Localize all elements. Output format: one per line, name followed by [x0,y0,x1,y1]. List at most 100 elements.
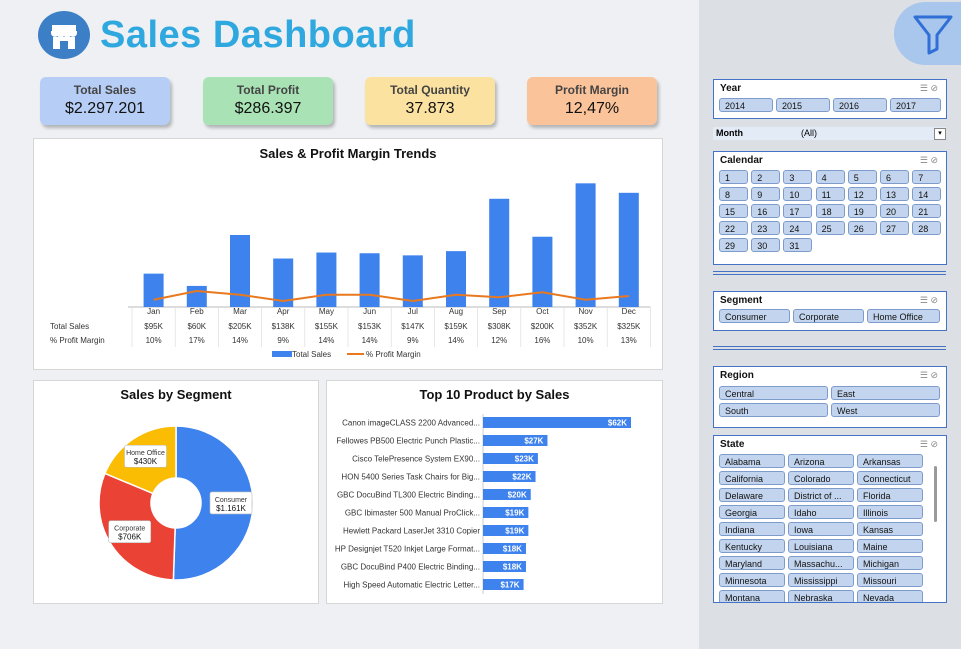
day-chip[interactable]: 10 [783,187,813,201]
state-chip[interactable]: Connecticut [857,471,923,485]
day-chip[interactable]: 6 [880,170,909,184]
state-chip[interactable]: Mississippi [788,573,854,587]
year-chip[interactable]: 2017 [890,98,941,112]
state-chip[interactable]: Indiana [719,522,785,536]
state-chip[interactable]: Louisiana [788,539,854,553]
day-chip[interactable]: 11 [815,187,845,201]
table-row-label: % Profit Margin [50,336,105,345]
day-chip[interactable]: 22 [719,221,748,235]
legend-label-margin: % Profit Margin [366,350,421,359]
kpi-value: 12,47% [564,100,620,117]
day-chip[interactable]: 13 [880,187,909,201]
day-chip[interactable]: 15 [719,204,748,218]
day-chip[interactable]: 25 [815,221,845,235]
product-name-label: Canon imageCLASS 2200 Advanced... [342,419,480,428]
state-chip[interactable]: Delaware [719,488,785,502]
calendar-slicer: Calendar ☰ ⊘ 1 2 3 4 5 6 7 8 9 10 11 12 13 14 15 16 17 18… [713,151,947,265]
year-chip[interactable]: 2015 [776,98,830,112]
state-chip[interactable]: Nevada [857,590,923,602]
day-chip[interactable]: 14 [912,187,942,201]
region-chip[interactable]: South [719,403,828,417]
state-chip[interactable]: Illinois [857,505,923,519]
slicer-multiselect-icon[interactable]: ☰ ⊘ [920,295,938,306]
day-chip[interactable]: 29 [719,238,748,252]
month-tick-label: Jun [363,307,376,316]
day-chip[interactable]: 1 [719,170,748,184]
day-chip[interactable]: 27 [880,221,909,235]
day-chip[interactable]: 12 [847,187,877,201]
margin-data-label: 13% [621,336,637,345]
day-chip[interactable]: 5 [847,170,877,184]
day-chip[interactable]: 7 [912,170,942,184]
state-chip[interactable]: Colorado [788,471,854,485]
day-chip[interactable]: 8 [719,187,748,201]
kpi-total-sales: Total Sales $2.297.201 [40,77,170,125]
state-chip[interactable]: Missouri [857,573,923,587]
slicer-multiselect-icon[interactable]: ☰ ⊘ [920,439,938,450]
day-chip[interactable]: 19 [847,204,877,218]
state-chip[interactable]: Arkansas [857,454,923,468]
product-value-label: $18K [503,545,522,554]
scrollbar[interactable] [934,466,937,522]
segment-chip[interactable]: Corporate [793,309,864,323]
day-chip[interactable]: 17 [783,204,813,218]
day-chip[interactable]: 26 [847,221,877,235]
year-chip[interactable]: 2016 [833,98,887,112]
slicer-multiselect-icon[interactable]: ☰ ⊘ [920,83,938,94]
state-chip[interactable]: Minnesota [719,573,785,587]
sales-bar [489,198,510,307]
state-chip[interactable]: Idaho [788,505,854,519]
day-chip[interactable]: 16 [751,204,781,218]
slicer-multiselect-icon[interactable]: ☰ ⊘ [920,155,938,166]
region-chip[interactable]: West [831,403,940,417]
sales-data-label: $325K [617,322,641,331]
day-chip[interactable]: 23 [751,221,781,235]
month-filter[interactable]: Month (All) ▾ [713,127,946,140]
day-chip[interactable]: 20 [880,204,909,218]
slicer-multiselect-icon[interactable]: ☰ ⊘ [920,370,938,381]
region-chip[interactable]: East [831,386,940,400]
day-chip[interactable]: 30 [751,238,781,252]
state-chip[interactable]: Georgia [719,505,785,519]
state-chip[interactable]: Arizona [788,454,854,468]
store-logo-icon [38,11,90,59]
region-slicer-title: Region [720,370,754,381]
product-value-label: $22K [512,473,531,482]
segment-chip[interactable]: Home Office [867,309,940,323]
filter-button[interactable] [894,2,961,65]
chevron-down-icon[interactable]: ▾ [934,128,946,140]
state-chip[interactable]: Maryland [719,556,785,570]
segment-chip[interactable]: Consumer [719,309,790,323]
day-chip[interactable]: 4 [815,170,845,184]
product-name-label: GBC DocuBind P400 Electric Binding... [341,563,480,572]
year-chip[interactable]: 2014 [719,98,773,112]
state-chip[interactable]: Alabama [719,454,785,468]
day-chip[interactable]: 31 [783,238,813,252]
state-chip[interactable]: Kansas [857,522,923,536]
day-chip[interactable]: 18 [815,204,845,218]
day-chip[interactable]: 24 [783,221,813,235]
state-chip[interactable]: Michigan [857,556,923,570]
state-chip[interactable]: Iowa [788,522,854,536]
state-chip[interactable]: Kentucky [719,539,785,553]
margin-data-label: 10% [146,336,162,345]
product-value-label: $19K [505,527,524,536]
day-chip[interactable]: 21 [912,204,942,218]
state-chip[interactable]: Maine [857,539,923,553]
day-chip[interactable]: 28 [912,221,942,235]
state-chip[interactable]: District of ... [788,488,854,502]
state-chip[interactable]: Massachu... [788,556,854,570]
state-chip[interactable]: Nebraska [788,590,854,602]
state-chip[interactable]: Florida [857,488,923,502]
day-chip[interactable]: 2 [751,170,781,184]
filter-icon [913,15,953,55]
state-chip[interactable]: Montana [719,590,785,602]
day-chip[interactable]: 3 [783,170,813,184]
state-chip[interactable]: California [719,471,785,485]
segment-slicer-title: Segment [720,295,763,306]
sales-data-label: $95K [144,322,163,331]
legend-label-sales: Total Sales [292,350,331,359]
margin-data-label: 12% [491,336,507,345]
day-chip[interactable]: 9 [751,187,781,201]
region-chip[interactable]: Central [719,386,828,400]
